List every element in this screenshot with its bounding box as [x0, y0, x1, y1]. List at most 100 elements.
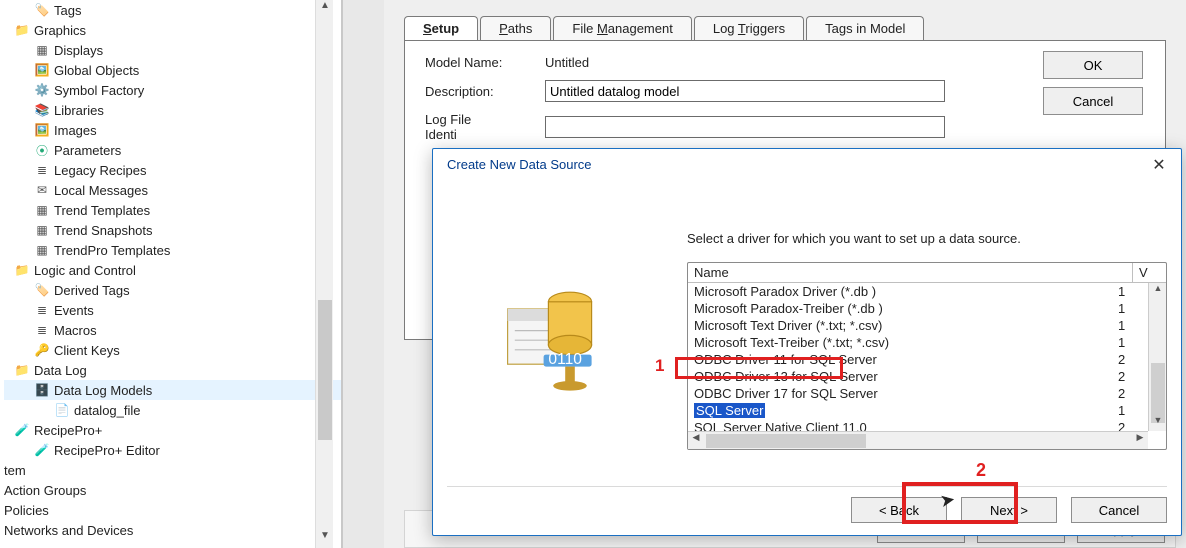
setup-tab[interactable]: Log Triggers — [694, 16, 804, 40]
setup-tab[interactable]: Paths — [480, 16, 551, 40]
tree-scrollbar[interactable]: ▲ ▼ — [315, 0, 333, 548]
tree-item[interactable]: Events — [4, 300, 341, 320]
driver-vscroll[interactable]: ▲ ▼ — [1148, 283, 1166, 431]
tree-item-label: Tags — [54, 3, 81, 18]
hscroll-left-icon[interactable]: ◀ — [688, 432, 704, 450]
tree-item-icon — [34, 222, 50, 238]
driver-name: Microsoft Paradox-Treiber (*.db ) — [688, 301, 1114, 316]
tree-item-label: Policies — [4, 503, 49, 518]
tree-item[interactable]: Data Log — [4, 360, 341, 380]
svg-text:0110: 0110 — [548, 351, 582, 368]
setup-tab[interactable]: File Management — [553, 16, 691, 40]
setup-tab[interactable]: Tags in Model — [806, 16, 924, 40]
driver-row[interactable]: Microsoft Paradox Driver (*.db )1 — [688, 283, 1148, 300]
tree-item-icon — [54, 402, 70, 418]
setup-ok-button[interactable]: OK — [1043, 51, 1143, 79]
vscroll-down-icon[interactable]: ▼ — [1149, 415, 1167, 431]
tree-item[interactable]: Policies — [4, 500, 341, 520]
tree-item[interactable]: RecipePro+ — [4, 420, 341, 440]
wizard-cancel-button[interactable]: Cancel — [1071, 497, 1167, 523]
tree-item[interactable]: datalog_file — [4, 400, 341, 420]
tree-item-icon — [34, 302, 50, 318]
tree-item-label: Trend Templates — [54, 203, 150, 218]
driver-version: 2 — [1114, 386, 1148, 401]
tree-item-icon — [34, 282, 50, 298]
tree-item[interactable]: Legacy Recipes — [4, 160, 341, 180]
tree-item-icon — [34, 42, 50, 58]
scroll-up-icon[interactable]: ▲ — [316, 0, 334, 18]
tree-item[interactable]: TrendPro Templates — [4, 240, 341, 260]
driver-row[interactable]: Microsoft Paradox-Treiber (*.db )1 — [688, 300, 1148, 317]
tree-item-icon — [34, 162, 50, 178]
driver-version: 2 — [1114, 420, 1148, 431]
tree-item[interactable]: Images — [4, 120, 341, 140]
tree-item[interactable]: Trend Snapshots — [4, 220, 341, 240]
wizard-close-icon[interactable]: ✕ — [1147, 155, 1171, 175]
hscroll-right-icon[interactable]: ▶ — [1132, 432, 1148, 450]
tree-item-icon — [34, 102, 50, 118]
vscroll-thumb[interactable] — [1151, 363, 1165, 423]
tree-item[interactable]: Parameters — [4, 140, 341, 160]
driver-row[interactable]: Microsoft Text Driver (*.txt; *.csv)1 — [688, 317, 1148, 334]
driver-name: ODBC Driver 17 for SQL Server — [688, 386, 1114, 401]
driver-row[interactable]: SQL Server1 — [688, 402, 1148, 419]
description-input[interactable] — [545, 80, 945, 102]
tree-item[interactable]: Derived Tags — [4, 280, 341, 300]
tree-item-label: datalog_file — [74, 403, 141, 418]
driver-version: 1 — [1114, 284, 1148, 299]
driver-row[interactable]: ODBC Driver 17 for SQL Server2 — [688, 385, 1148, 402]
driver-row[interactable]: Microsoft Text-Treiber (*.txt; *.csv)1 — [688, 334, 1148, 351]
scroll-thumb[interactable] — [318, 300, 332, 440]
wizard-back-button[interactable]: < Back — [851, 497, 947, 523]
driver-row[interactable]: ODBC Driver 13 for SQL Server2 — [688, 368, 1148, 385]
vscroll-up-icon[interactable]: ▲ — [1149, 283, 1167, 299]
setup-tab[interactable]: Setup — [404, 16, 478, 40]
wizard-title: Create New Data Source — [447, 157, 592, 172]
driver-name: SQL Server Native Client 11.0 — [688, 420, 1114, 431]
tree-item-icon — [34, 82, 50, 98]
wizard-next-button[interactable]: Next > — [961, 497, 1057, 523]
tree-item[interactable]: Symbol Factory — [4, 80, 341, 100]
logfile-label: Log File Identi — [425, 112, 545, 142]
wizard-image-icon: 0110 — [483, 263, 633, 403]
tree-item[interactable]: Graphics — [4, 20, 341, 40]
tree-item[interactable]: Global Objects — [4, 60, 341, 80]
tree-item-icon — [34, 322, 50, 338]
logfile-input[interactable] — [545, 116, 945, 138]
description-label: Description: — [425, 84, 545, 99]
driver-hscroll[interactable]: ◀ ▶ — [688, 431, 1148, 449]
driver-row[interactable]: ODBC Driver 11 for SQL Server2 — [688, 351, 1148, 368]
tree-item-icon — [34, 122, 50, 138]
annotation-2-label: 2 — [976, 460, 986, 481]
driver-name: Microsoft Paradox Driver (*.db ) — [688, 284, 1114, 299]
driver-version: 2 — [1114, 352, 1148, 367]
tree-item[interactable]: Client Keys — [4, 340, 341, 360]
tree-item[interactable]: Displays — [4, 40, 341, 60]
tree-item[interactable]: tem — [4, 460, 341, 480]
hscroll-thumb[interactable] — [706, 434, 866, 448]
col-version-header[interactable]: V — [1132, 263, 1166, 282]
tree-item[interactable]: Libraries — [4, 100, 341, 120]
scroll-down-icon[interactable]: ▼ — [316, 530, 334, 548]
tree-item-icon — [34, 382, 50, 398]
tree-item[interactable]: Tags — [4, 0, 341, 20]
tree-item[interactable]: Logic and Control — [4, 260, 341, 280]
col-name-header[interactable]: Name — [688, 263, 1132, 282]
driver-name: Microsoft Text Driver (*.txt; *.csv) — [688, 318, 1114, 333]
setup-cancel-button[interactable]: Cancel — [1043, 87, 1143, 115]
tree-item[interactable]: Action Groups — [4, 480, 341, 500]
tree-item-label: Local Messages — [54, 183, 148, 198]
tree-item[interactable]: Networks and Devices — [4, 520, 341, 540]
tree-item[interactable]: RecipePro+ Editor — [4, 440, 341, 460]
project-tree[interactable]: Tags GraphicsDisplays Global Objects Symbol… — [0, 0, 343, 548]
tree-item[interactable]: Data Log Models — [4, 380, 341, 400]
driver-name: Microsoft Text-Treiber (*.txt; *.csv) — [688, 335, 1114, 350]
tree-item[interactable]: Macros — [4, 320, 341, 340]
tree-item-label: Global Objects — [54, 63, 139, 78]
create-data-source-wizard: Create New Data Source ✕ 0110 Select a d… — [432, 148, 1182, 536]
tree-item[interactable]: Local Messages — [4, 180, 341, 200]
tree-item[interactable]: Trend Templates — [4, 200, 341, 220]
tree-item-icon — [34, 62, 50, 78]
tree-item-icon — [34, 2, 50, 18]
driver-row[interactable]: SQL Server Native Client 11.02 — [688, 419, 1148, 431]
